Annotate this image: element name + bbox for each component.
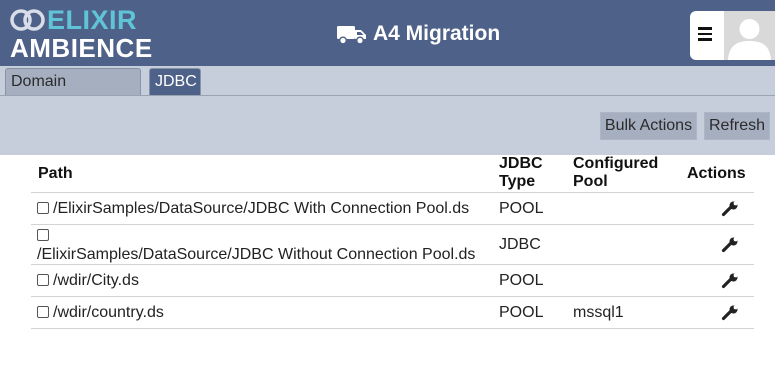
column-header-actions: Actions — [687, 165, 746, 182]
column-header-pool-line2: Pool — [573, 173, 608, 190]
column-header-jdbc-type[interactable]: JDBC Type — [499, 155, 559, 191]
row-checkbox[interactable] — [37, 306, 49, 318]
wrench-icon[interactable] — [721, 305, 739, 321]
table-row: /ElixirSamples/DataSource/JDBC With Conn… — [31, 193, 754, 225]
column-header-path[interactable]: Path — [38, 165, 73, 183]
bulk-actions-button[interactable]: Bulk Actions — [600, 112, 697, 140]
row-checkbox[interactable] — [37, 274, 49, 286]
row-path-text: /wdir/country.ds — [53, 304, 164, 321]
user-menu — [690, 11, 775, 60]
row-path-cell: /wdir/City.ds — [37, 271, 139, 290]
column-header-jdbc-type-line1: JDBC — [499, 155, 543, 172]
user-avatar-icon[interactable] — [724, 11, 775, 60]
toolbar: Bulk Actions Refresh — [0, 96, 775, 155]
row-type-cell: JDBC — [499, 236, 541, 253]
row-path-text: /ElixirSamples/DataSource/JDBC Without C… — [37, 246, 476, 263]
datasource-table: Path JDBC Type Configured Pool Actions /… — [31, 155, 754, 329]
table-row: /wdir/City.ds POOL — [31, 265, 754, 297]
row-pool-cell: mssql1 — [573, 304, 624, 321]
column-header-jdbc-type-line2: Type — [499, 173, 536, 190]
table-header: Path JDBC Type Configured Pool Actions — [31, 155, 754, 193]
elixir-ambience-logo[interactable]: ELIXIR AMBIENCE — [10, 5, 153, 63]
row-path-text: /ElixirSamples/DataSource/JDBC With Conn… — [53, 200, 470, 217]
row-path-cell: /ElixirSamples/DataSource/JDBC Without C… — [37, 226, 492, 264]
column-header-configured-pool[interactable]: Configured Pool — [573, 155, 673, 191]
table-row: /ElixirSamples/DataSource/JDBC Without C… — [31, 225, 754, 265]
app-header: ELIXIR AMBIENCE A4 Migration — [0, 0, 775, 66]
row-type-cell: POOL — [499, 272, 544, 289]
logo-text-ambience: AMBIENCE — [10, 33, 153, 63]
row-path-cell: /wdir/country.ds — [37, 303, 164, 322]
tab-domain-migration[interactable]: Domain Migration — [5, 68, 141, 115]
tab-jdbc[interactable]: JDBC — [149, 68, 201, 95]
logo-text-elixir: ELIXIR — [47, 5, 138, 35]
row-type-cell: POOL — [499, 304, 544, 321]
logo-rings-icon — [10, 9, 45, 31]
wrench-icon[interactable] — [721, 201, 739, 217]
hamburger-menu-icon[interactable] — [698, 24, 718, 46]
truck-icon — [337, 26, 366, 45]
row-checkbox[interactable] — [37, 202, 49, 214]
page-title: A4 Migration — [337, 20, 500, 48]
refresh-button[interactable]: Refresh — [704, 112, 770, 140]
tab-bar: Domain Migration JDBC — [0, 66, 775, 115]
row-type-cell: POOL — [499, 200, 544, 217]
table-row: /wdir/country.ds POOL mssql1 — [31, 297, 754, 329]
wrench-icon[interactable] — [721, 237, 739, 253]
row-path-cell: /ElixirSamples/DataSource/JDBC With Conn… — [37, 199, 469, 218]
row-checkbox[interactable] — [37, 229, 49, 241]
row-path-text: /wdir/City.ds — [53, 272, 139, 289]
page-title-text: A4 Migration — [373, 22, 501, 45]
column-header-pool-line1: Configured — [573, 155, 659, 172]
wrench-icon[interactable] — [721, 273, 739, 289]
